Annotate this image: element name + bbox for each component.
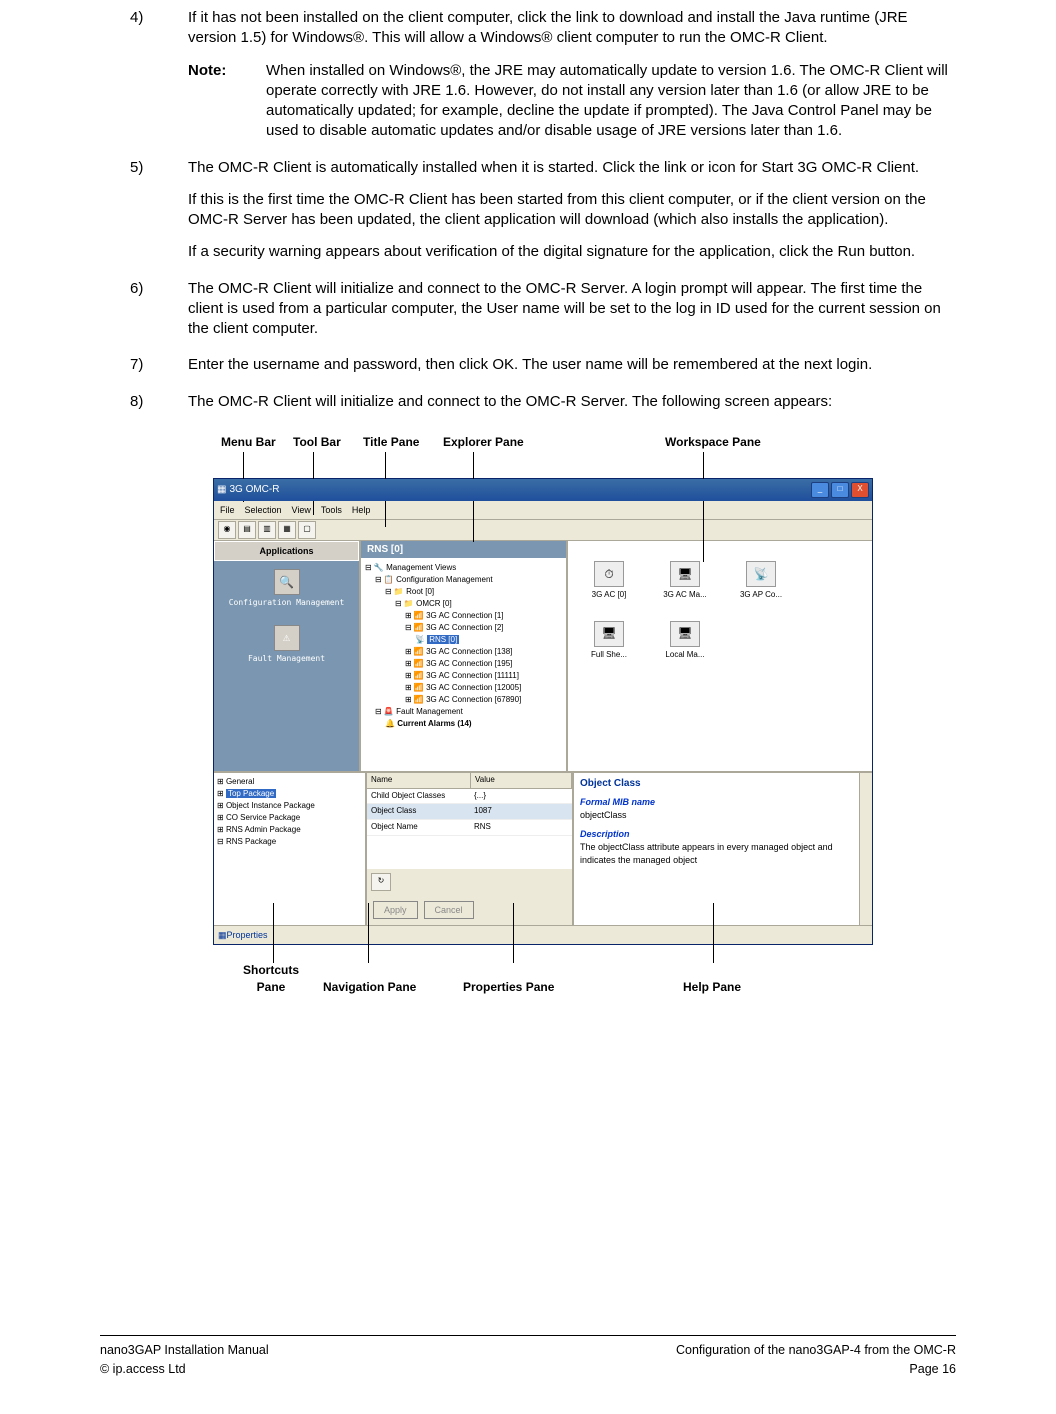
- minimize-button[interactable]: _: [811, 482, 829, 498]
- workspace-item[interactable]: 🖥3G AC Ma...: [654, 561, 716, 601]
- menu-selection[interactable]: Selection: [245, 504, 282, 516]
- step-text: Enter the username and password, then cl…: [188, 355, 956, 375]
- app-screenshot: Menu Bar Tool Bar Title Pane Explorer Pa…: [213, 434, 873, 995]
- explorer-title: RNS [0]: [361, 541, 566, 559]
- callout-navigation-pane: Navigation Pane: [323, 979, 416, 995]
- close-button[interactable]: X: [851, 482, 869, 498]
- menu-file[interactable]: File: [220, 504, 235, 516]
- tool-bar: ◉ ▤ ▥ ▦ ▢: [214, 520, 872, 541]
- page-footer: nano3GAP Installation Manual Configurati…: [100, 1335, 956, 1378]
- tree-selected[interactable]: RNS [0]: [427, 635, 459, 644]
- status-bar: ▦ Properties: [214, 925, 872, 944]
- fault-icon: ⚠: [274, 625, 300, 651]
- step-text: The OMC-R Client will initialize and con…: [188, 392, 956, 412]
- properties-pane: Name Value Child Object Classes{...} Obj…: [365, 773, 572, 925]
- apply-button[interactable]: Apply: [373, 901, 418, 919]
- shortcuts-header: Applications: [214, 541, 359, 561]
- toolbar-button[interactable]: ▥: [258, 521, 276, 539]
- step-number: 6): [130, 279, 188, 352]
- callout-explorer-pane: Explorer Pane: [443, 434, 524, 450]
- cancel-button[interactable]: Cancel: [424, 901, 474, 919]
- step-text: The OMC-R Client is automatically instal…: [188, 158, 956, 178]
- props-header-value: Value: [471, 773, 572, 788]
- props-header-name: Name: [367, 773, 471, 788]
- config-icon: 🔍: [274, 569, 300, 595]
- menu-help[interactable]: Help: [352, 504, 371, 516]
- tree[interactable]: ⊟ 🔧 Management Views ⊟ 📋 Configuration M…: [361, 558, 566, 734]
- step-number: 5): [130, 158, 188, 275]
- note-text: When installed on Windows®, the JRE may …: [266, 61, 956, 142]
- menu-tools[interactable]: Tools: [321, 504, 342, 516]
- help-subtitle: Description: [580, 828, 866, 841]
- workspace-item[interactable]: 🖥Local Ma...: [654, 621, 716, 661]
- note-label: Note:: [188, 61, 266, 142]
- maximize-button[interactable]: □: [831, 482, 849, 498]
- app-window: ▦ 3G OMC-R _ □ X File Selection View Too…: [213, 478, 873, 945]
- shortcut-fault-mgmt[interactable]: ⚠ Fault Management: [214, 617, 359, 673]
- app-icon: ▦: [217, 483, 226, 497]
- callout-tool-bar: Tool Bar: [293, 434, 341, 450]
- step-text: The OMC-R Client will initialize and con…: [188, 279, 956, 340]
- step-text: If a security warning appears about veri…: [188, 242, 956, 262]
- window-title: 3G OMC-R: [226, 483, 811, 497]
- workspace-pane: ⏱3G AC [0] 🖥3G AC Ma... 📡3G AP Co... 🖥Fu…: [566, 541, 872, 771]
- step-7: 7) Enter the username and password, then…: [130, 355, 956, 387]
- menu-view[interactable]: View: [292, 504, 311, 516]
- toolbar-button[interactable]: ▢: [298, 521, 316, 539]
- toolbar-button[interactable]: ▤: [238, 521, 256, 539]
- shortcuts-pane: Applications 🔍 Configuration Management …: [214, 541, 359, 771]
- step-text: If this is the first time the OMC-R Clie…: [188, 190, 956, 231]
- step-number: 7): [130, 355, 188, 387]
- footer-page-number: Page 16: [909, 1361, 956, 1378]
- footer-manual-title: nano3GAP Installation Manual: [100, 1342, 269, 1359]
- step-4: 4) If it has not been installed on the c…: [130, 8, 956, 154]
- toolbar-button[interactable]: ◉: [218, 521, 236, 539]
- footer-copyright: © ip.access Ltd: [100, 1361, 186, 1378]
- shortcut-config-mgmt[interactable]: 🔍 Configuration Management: [214, 561, 359, 617]
- step-number: 8): [130, 392, 188, 424]
- toolbar-button[interactable]: ▦: [278, 521, 296, 539]
- callout-shortcuts-pane: Shortcuts Pane: [243, 962, 299, 994]
- step-5: 5) The OMC-R Client is automatically ins…: [130, 158, 956, 275]
- help-subtitle: Formal MIB name: [580, 796, 866, 809]
- callout-title-pane: Title Pane: [363, 434, 419, 450]
- titlebar: ▦ 3G OMC-R _ □ X: [214, 479, 872, 501]
- callout-help-pane: Help Pane: [683, 979, 741, 995]
- workspace-item[interactable]: 📡3G AP Co...: [730, 561, 792, 601]
- help-pane: Object Class Formal MIB name objectClass…: [572, 773, 872, 925]
- help-title: Object Class: [580, 777, 866, 790]
- callout-properties-pane: Properties Pane: [463, 979, 554, 995]
- step-6: 6) The OMC-R Client will initialize and …: [130, 279, 956, 352]
- workspace-item[interactable]: 🖥Full She...: [578, 621, 640, 661]
- explorer-pane: RNS [0] ⊟ 🔧 Management Views ⊟ 📋 Configu…: [359, 541, 566, 771]
- step-text: If it has not been installed on the clie…: [188, 8, 956, 49]
- props-row-selected[interactable]: Object Class1087: [367, 804, 572, 820]
- scrollbar[interactable]: [859, 773, 872, 925]
- callout-menu-bar: Menu Bar: [221, 434, 276, 450]
- step-number: 4): [130, 8, 188, 154]
- callout-workspace-pane: Workspace Pane: [665, 434, 761, 450]
- workspace-item[interactable]: ⏱3G AC [0]: [578, 561, 640, 601]
- step-8: 8) The OMC-R Client will initialize and …: [130, 392, 956, 424]
- footer-section-title: Configuration of the nano3GAP-4 from the…: [676, 1342, 956, 1359]
- navigation-pane[interactable]: ⊞ General ⊞ Top Package ⊞ Object Instanc…: [214, 773, 365, 925]
- reset-icon[interactable]: ↻: [371, 873, 391, 891]
